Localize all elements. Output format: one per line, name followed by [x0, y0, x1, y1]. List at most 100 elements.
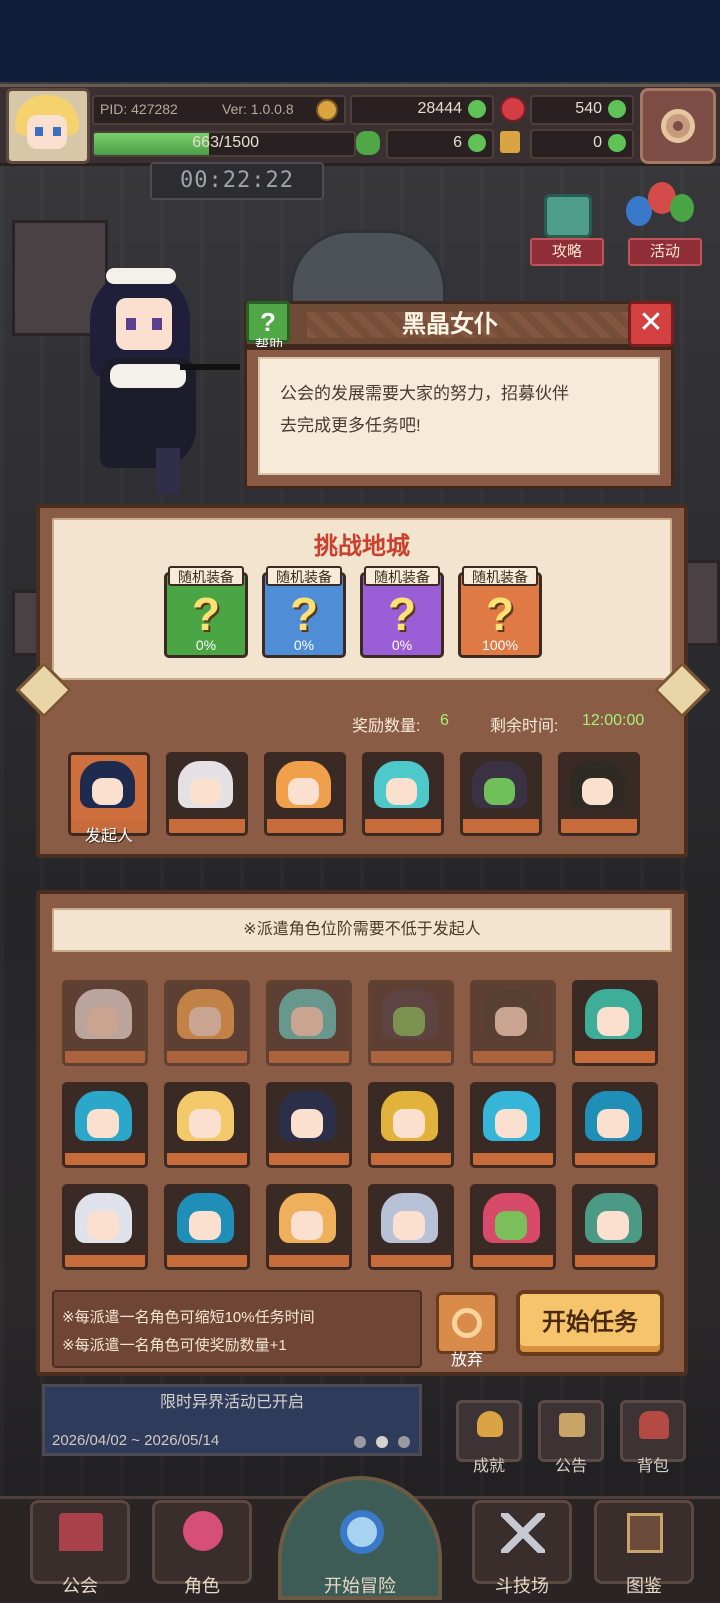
reward-count-label: 奖励数量:	[352, 718, 421, 735]
dialog-title: 黑晶女仆	[402, 311, 498, 338]
roster-character[interactable]	[164, 1082, 250, 1168]
question-icon: ?	[260, 307, 276, 337]
slot-base	[267, 819, 343, 833]
slot-base	[473, 1255, 553, 1267]
reward-label: 随机装备	[168, 566, 244, 586]
start-mission-button[interactable]: 开始任务	[516, 1290, 664, 1356]
plus-icon[interactable]	[468, 100, 486, 118]
roster-character[interactable]	[368, 1184, 454, 1270]
roster-character[interactable]	[62, 980, 148, 1066]
status-bar-area	[0, 0, 720, 82]
slot-base	[575, 1051, 655, 1063]
portrait-face	[189, 1109, 222, 1138]
slot-base	[65, 1255, 145, 1267]
tip-time-reduction: ※每派遣一名角色可缩短10%任务时间	[62, 1309, 315, 1326]
abandon-button[interactable]	[436, 1292, 498, 1354]
magnifier-icon	[340, 1510, 384, 1554]
bag-label: 背包	[636, 1458, 669, 1475]
events-button[interactable]: 活动	[622, 180, 704, 266]
roster-character[interactable]	[62, 1184, 148, 1270]
party-slot[interactable]	[264, 752, 346, 836]
roster-character[interactable]	[470, 1082, 556, 1168]
portrait-face	[495, 1007, 528, 1036]
portrait-face	[386, 777, 417, 806]
gem-value: 540	[575, 100, 602, 117]
slot-base	[463, 819, 539, 833]
party-slot[interactable]	[362, 752, 444, 836]
slot-base	[269, 1153, 349, 1165]
party-slot[interactable]	[460, 752, 542, 836]
party-slot[interactable]	[558, 752, 640, 836]
roster-character[interactable]	[572, 1082, 658, 1168]
initiator-label: 发起人	[84, 828, 133, 845]
slot-base	[575, 1153, 655, 1165]
portrait-face	[597, 1109, 630, 1138]
roster-character[interactable]	[470, 980, 556, 1066]
roster-character[interactable]	[368, 1082, 454, 1168]
dialog-message-line: 去完成更多任务吧!	[280, 416, 421, 435]
maid-eye	[126, 318, 136, 330]
reward-chance: 100%	[482, 637, 518, 653]
nav-label-adventure: 开始冒险	[324, 1576, 396, 1596]
portrait-face	[291, 1211, 324, 1240]
maid-leg	[156, 448, 180, 494]
reward-label: 随机装备	[462, 566, 538, 586]
banner-page-dot[interactable]	[376, 1436, 388, 1448]
portrait-face	[92, 777, 123, 806]
settings-button[interactable]	[640, 88, 716, 164]
slot-base	[473, 1051, 553, 1063]
session-timer: 00:22:22	[150, 162, 324, 200]
refresh-icon	[452, 1308, 482, 1338]
roster-character[interactable]	[368, 980, 454, 1066]
plus-icon[interactable]	[608, 134, 626, 152]
roster-character[interactable]	[266, 980, 352, 1066]
slot-base	[473, 1153, 553, 1165]
portrait-face	[393, 1211, 426, 1240]
slot-base	[269, 1051, 349, 1063]
portrait-face	[189, 1211, 222, 1240]
pid-version-pill: PID: 427282 Ver: 1.0.0.8	[92, 95, 346, 125]
nav-label-arena: 斗技场	[495, 1576, 549, 1596]
dialog-message-line: 公会的发展需要大家的努力，招募伙伴	[280, 384, 569, 403]
gold-coin-icon	[316, 99, 338, 121]
close-icon: ✕	[638, 306, 664, 339]
player-avatar[interactable]	[6, 88, 90, 164]
party-slot[interactable]	[166, 752, 248, 836]
banner-page-dot[interactable]	[398, 1436, 410, 1448]
reward-chance: 0%	[195, 637, 217, 653]
experience-bar: 663/1500	[92, 131, 356, 157]
chat-bubble-icon	[544, 194, 592, 238]
slot-base	[371, 1051, 451, 1063]
roster-character[interactable]	[470, 1184, 556, 1270]
events-label: 活动	[628, 238, 702, 266]
portrait-face	[87, 1007, 120, 1036]
abandon-label: 放弃	[450, 1352, 483, 1369]
roster-character[interactable]	[266, 1184, 352, 1270]
roster-character[interactable]	[62, 1082, 148, 1168]
plus-icon[interactable]	[608, 100, 626, 118]
roster-character[interactable]	[164, 980, 250, 1066]
clover-value: 6	[453, 134, 462, 151]
roster-character[interactable]	[572, 980, 658, 1066]
close-button[interactable]: ✕	[628, 301, 674, 347]
portrait-face	[288, 777, 319, 806]
banner-page-dot[interactable]	[354, 1436, 366, 1448]
plus-icon[interactable]	[468, 134, 486, 152]
portrait-face	[495, 1109, 528, 1138]
event-banner-dates: 2026/04/02 ~ 2026/05/14	[52, 1432, 220, 1449]
roster-character[interactable]	[164, 1184, 250, 1270]
item-value: 0	[593, 134, 602, 151]
roster-character[interactable]	[266, 1082, 352, 1168]
portrait-face	[393, 1007, 426, 1036]
maid-character-sprite	[60, 268, 240, 500]
nav-label-guild: 公会	[62, 1576, 98, 1596]
game-version: Ver: 1.0.0.8	[222, 101, 294, 117]
mystery-icon: ?	[289, 588, 319, 640]
balloon-icon	[670, 194, 694, 222]
guide-button[interactable]: 攻略	[524, 190, 606, 268]
slot-base	[65, 1051, 145, 1063]
portrait-face	[190, 777, 221, 806]
gold-counter: 28444	[350, 95, 494, 125]
tip-reward-bonus: ※每派遣一名角色可使奖励数量+1	[62, 1337, 287, 1354]
roster-character[interactable]	[572, 1184, 658, 1270]
